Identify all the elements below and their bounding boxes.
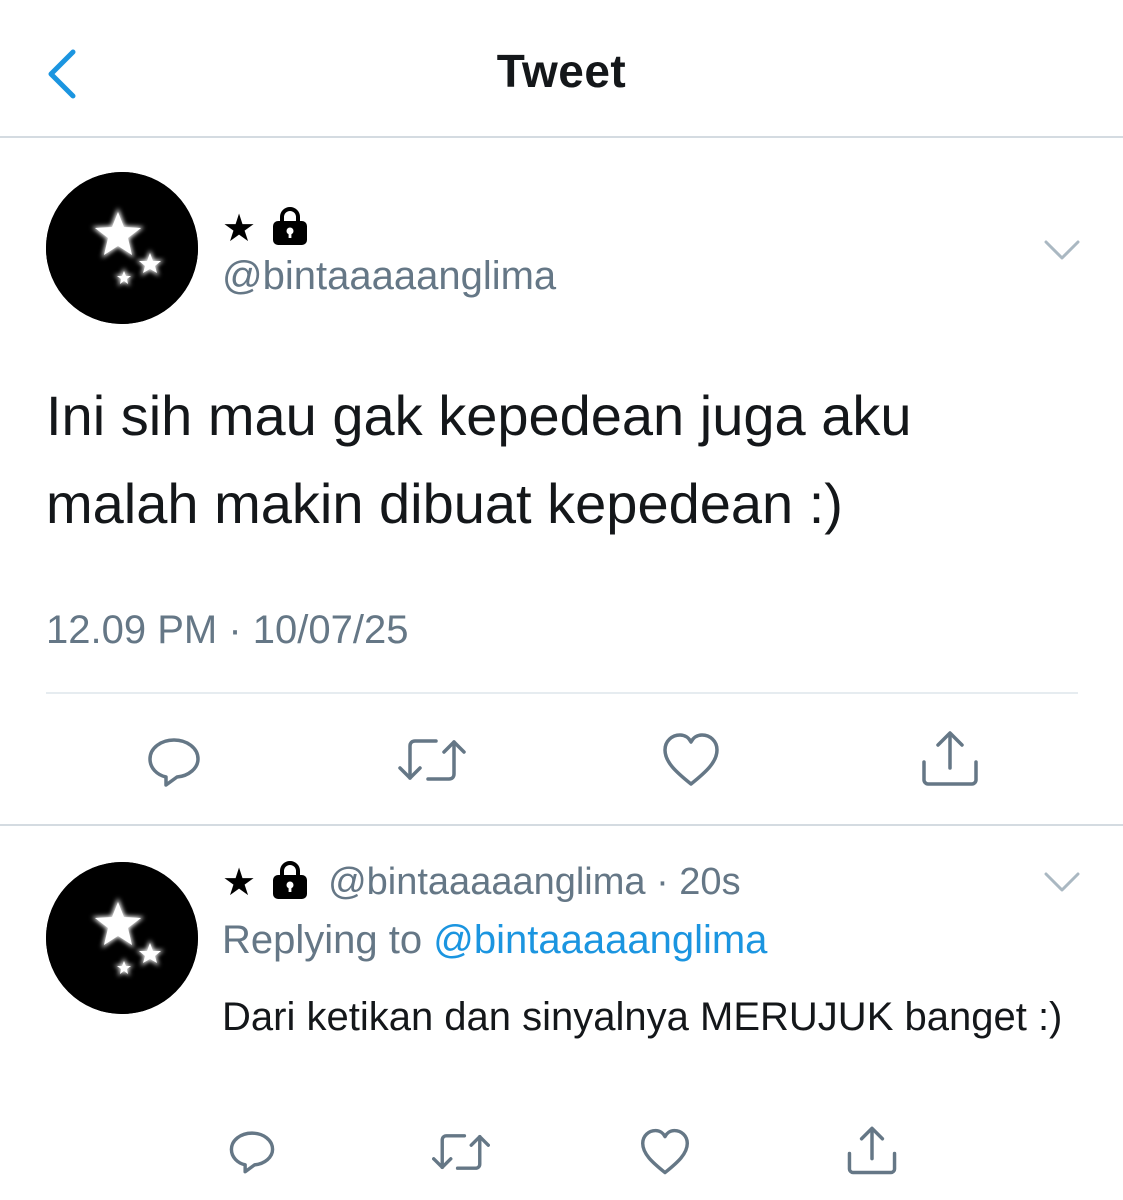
chevron-down-icon [1044,240,1080,260]
replying-prefix: Replying to [222,918,423,962]
share-icon [847,1126,897,1175]
retweet-button[interactable] [398,732,466,793]
retweet-icon [398,739,466,781]
reply-handle-time: @bintaaaaanglima · 20s [328,861,741,903]
name-star: ★ [222,207,257,250]
tweet-timestamp[interactable]: 12.09 PM · 10/07/25 [46,608,408,653]
reply-avatar[interactable] [46,862,198,1014]
share-icon [922,731,978,786]
reply-author-row[interactable]: ★ @bintaaaaanglima · 20s [222,860,741,905]
reply-options-button[interactable] [1042,868,1082,898]
reply-icon [148,738,200,787]
reply-reply-button[interactable] [228,1128,276,1181]
tweet-text: Ini sih mau gak kepedean juga aku malah … [46,384,912,535]
share-button[interactable] [920,728,980,793]
top-bar: Tweet [0,0,1123,138]
reply-button[interactable] [146,734,202,795]
lock-icon [270,860,310,905]
avatar[interactable] [46,172,198,324]
retweet-icon [432,1134,490,1170]
reply-retweet-button[interactable] [432,1128,490,1181]
page-title: Tweet [496,45,627,97]
tweet-options-button[interactable] [1042,236,1082,266]
section-divider [0,824,1123,826]
reply-text: Dari ketikan dan sinyalnya MERUJUK bange… [222,995,1063,1039]
chevron-down-icon [1044,872,1080,892]
stars-avatar-image [46,862,198,1014]
author-name[interactable]: ★ [222,206,310,251]
like-icon [641,1128,689,1175]
reply-icon [229,1131,275,1174]
reply-share-button[interactable] [846,1124,898,1181]
lock-icon [270,206,310,251]
name-star: ★ [222,861,257,904]
replying-to: Replying to @bintaaaaanglima [222,918,767,963]
reply-like-button[interactable] [640,1128,690,1181]
like-icon [663,733,719,786]
stars-avatar-image [46,172,198,324]
like-button[interactable] [662,732,720,793]
divider [46,692,1078,694]
mention-link[interactable]: @bintaaaaanglima [433,918,767,962]
author-handle[interactable]: @bintaaaaanglima [222,254,556,299]
